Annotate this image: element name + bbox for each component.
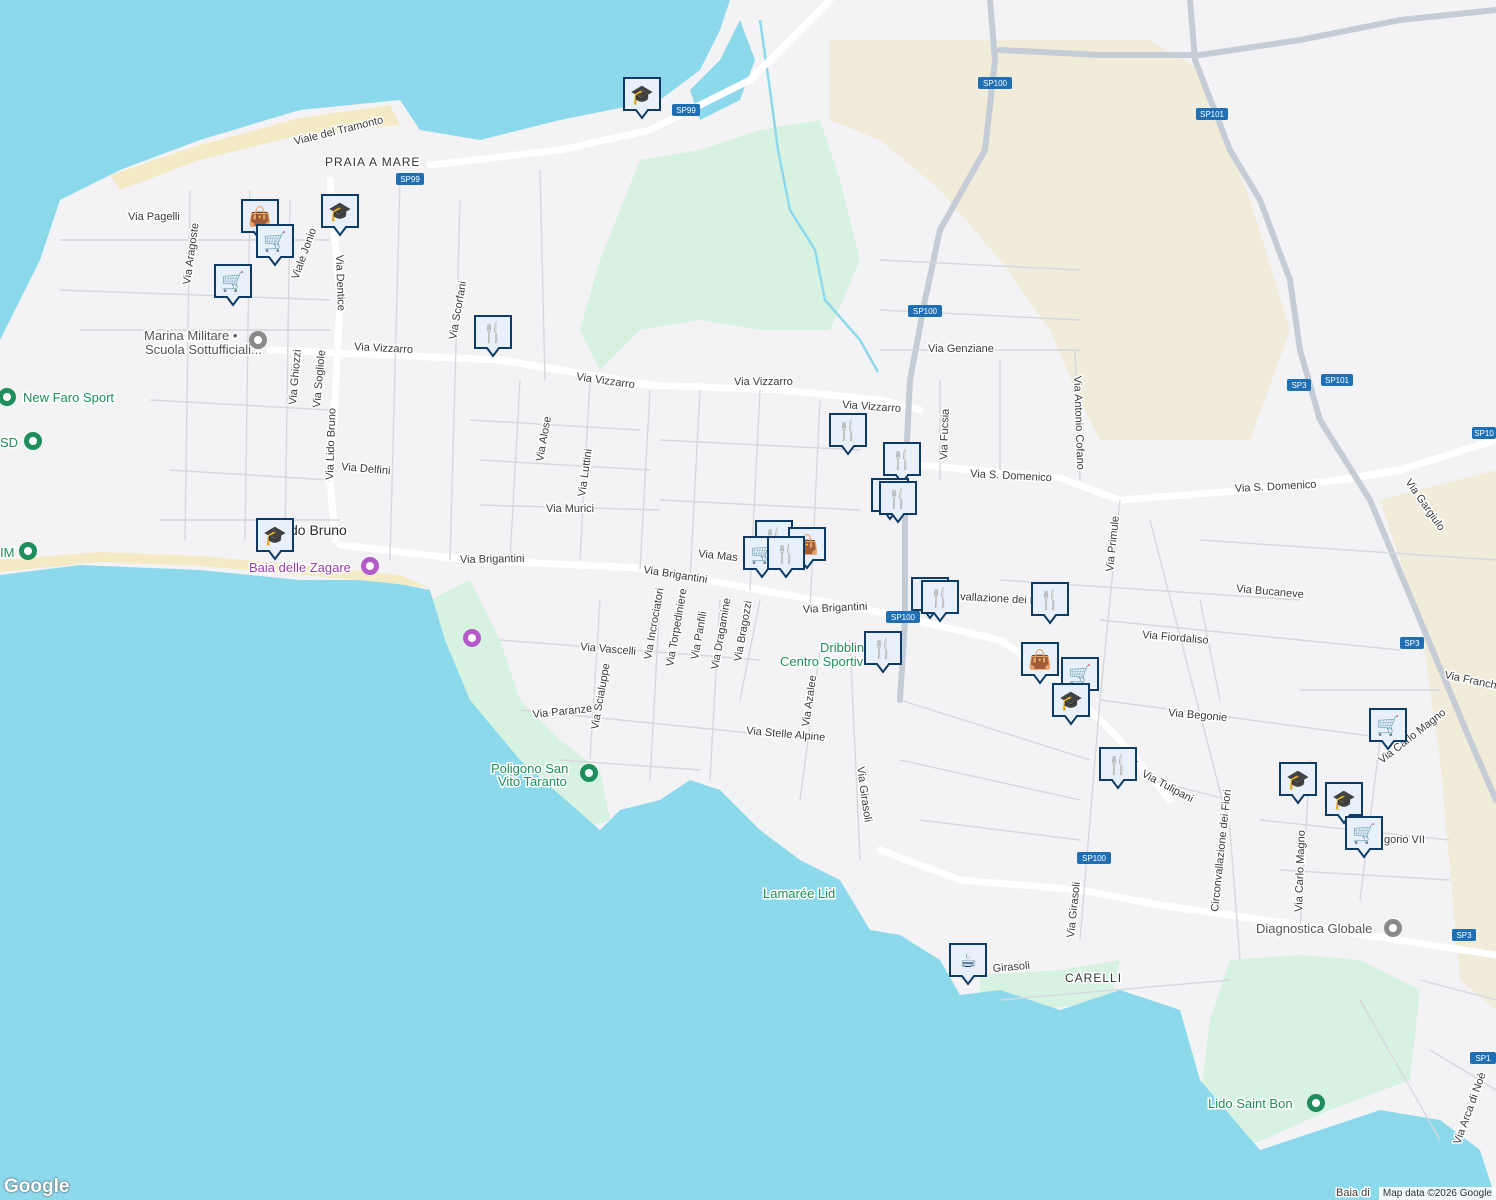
svg-text:SP10: SP10 [1474,429,1494,438]
restaurant-icon: 🍴 [1106,753,1130,776]
restaurant-icon: 🍴 [774,542,798,565]
restaurant-icon: 🍴 [928,586,952,609]
svg-text:SP100: SP100 [913,307,938,316]
svg-text:SP100: SP100 [891,613,916,622]
svg-text:Lido Saint Bon: Lido Saint Bon [1208,1096,1293,1111]
restaurant-icon: 🍴 [836,419,860,442]
svg-text:SP100: SP100 [983,79,1008,88]
label-baia-di: Baia di [1336,1187,1370,1199]
cart-icon: 🛒 [263,230,287,253]
svg-text:SP99: SP99 [676,106,696,115]
cart-icon: 🛒 [221,270,245,293]
shield-sp101-2: SP101 [1321,374,1353,386]
cart-icon: 🛒 [1376,714,1400,737]
svg-text:SP100: SP100 [1082,854,1107,863]
svg-text:SP3: SP3 [1291,381,1307,390]
shield-sp100-4: SP100 [1077,852,1111,864]
shield-sp3-3: SP3 [1452,929,1476,941]
shield-sp100-2: SP100 [908,305,942,317]
label-gorio-vii: gorio VII [1384,834,1425,846]
label-via-fucsia: Via Fucsia [938,408,952,460]
svg-text:SD: SD [0,435,18,450]
map-svg: Viale del Tramonto PRAIA A MARE Via Page… [0,0,1496,1200]
svg-text:Lamarée Lid: Lamarée Lid [763,886,835,901]
map-attribution[interactable]: Map data ©2026 Google [1378,1187,1496,1200]
svg-text:Marina Militare •: Marina Militare • [144,328,238,343]
svg-text:SP99: SP99 [400,175,420,184]
shield-sp99-2: SP99 [396,173,424,185]
label-via-murici: Via Murici [546,503,594,515]
coffee-icon: ☕ [959,950,976,972]
restaurant-icon: 🍴 [481,321,505,344]
google-logo: Google [4,1176,70,1197]
poi-camera[interactable] [463,629,481,647]
shield-sp101-1: SP101 [1196,108,1228,120]
svg-text:New Faro Sport: New Faro Sport [23,390,114,405]
svg-text:Dribblin: Dribblin [820,640,864,655]
label-via-brigantini-1: Via Brigantini [460,553,525,566]
svg-text:SP101: SP101 [1325,376,1350,385]
school-icon: 🎓 [630,84,654,106]
restaurant-icon: 🍴 [871,637,895,660]
restaurant-icon: 🍴 [890,448,914,471]
school-icon: 🎓 [1059,690,1083,712]
school-icon: 🎓 [328,201,352,223]
map-canvas[interactable]: Viale del Tramonto PRAIA A MARE Via Page… [0,0,1496,1200]
shield-sp99-1: SP99 [672,104,700,116]
label-praia-a-mare: PRAIA A MARE [325,155,420,169]
label-via-vizzarro-3: Via Vizzarro [734,376,793,388]
school-icon: 🎓 [1286,769,1310,791]
svg-text:Centro Sportiv: Centro Sportiv [780,654,864,669]
svg-text:IM: IM [0,545,14,560]
shield-sp3-4: SP1 [1470,1052,1496,1064]
label-via-dentice: Via Dentice [333,255,347,311]
label-carelli: CARELLI [1065,971,1122,985]
svg-text:SP1: SP1 [1475,1054,1491,1063]
shopping-bag-icon: 👜 [1028,648,1052,671]
label-via-lido-bruno: Via Lido Bruno [324,408,339,480]
shield-sp100-1: SP100 [978,77,1012,89]
shield-sp3-2: SP3 [1400,637,1424,649]
svg-text:SP101: SP101 [1200,110,1225,119]
cart-icon: 🛒 [1352,822,1376,845]
svg-text:Baia delle Zagare: Baia delle Zagare [249,560,351,575]
shield-sp100-3: SP100 [886,611,920,623]
label-lido-bruno: do Bruno [290,522,347,538]
svg-text:Vito Taranto: Vito Taranto [498,774,567,789]
shield-sp10: SP10 [1472,427,1496,439]
svg-text:Scuola Sottufficiali...: Scuola Sottufficiali... [145,342,262,357]
label-via-pagelli: Via Pagelli [128,211,180,223]
school-icon: 🎓 [263,525,287,547]
cart-icon: 🛒 [1068,663,1092,686]
svg-text:Diagnostica Globale: Diagnostica Globale [1256,921,1372,936]
shield-sp3-1: SP3 [1287,379,1311,391]
restaurant-icon: 🍴 [886,487,910,510]
svg-text:SP3: SP3 [1404,639,1420,648]
poi-lamaree[interactable]: Lamarée Lid [762,885,837,903]
school-icon: 🎓 [1332,789,1356,811]
label-via-genziane: Via Genziane [928,343,994,355]
restaurant-icon: 🍴 [1038,588,1062,611]
svg-text:SP3: SP3 [1456,931,1472,940]
